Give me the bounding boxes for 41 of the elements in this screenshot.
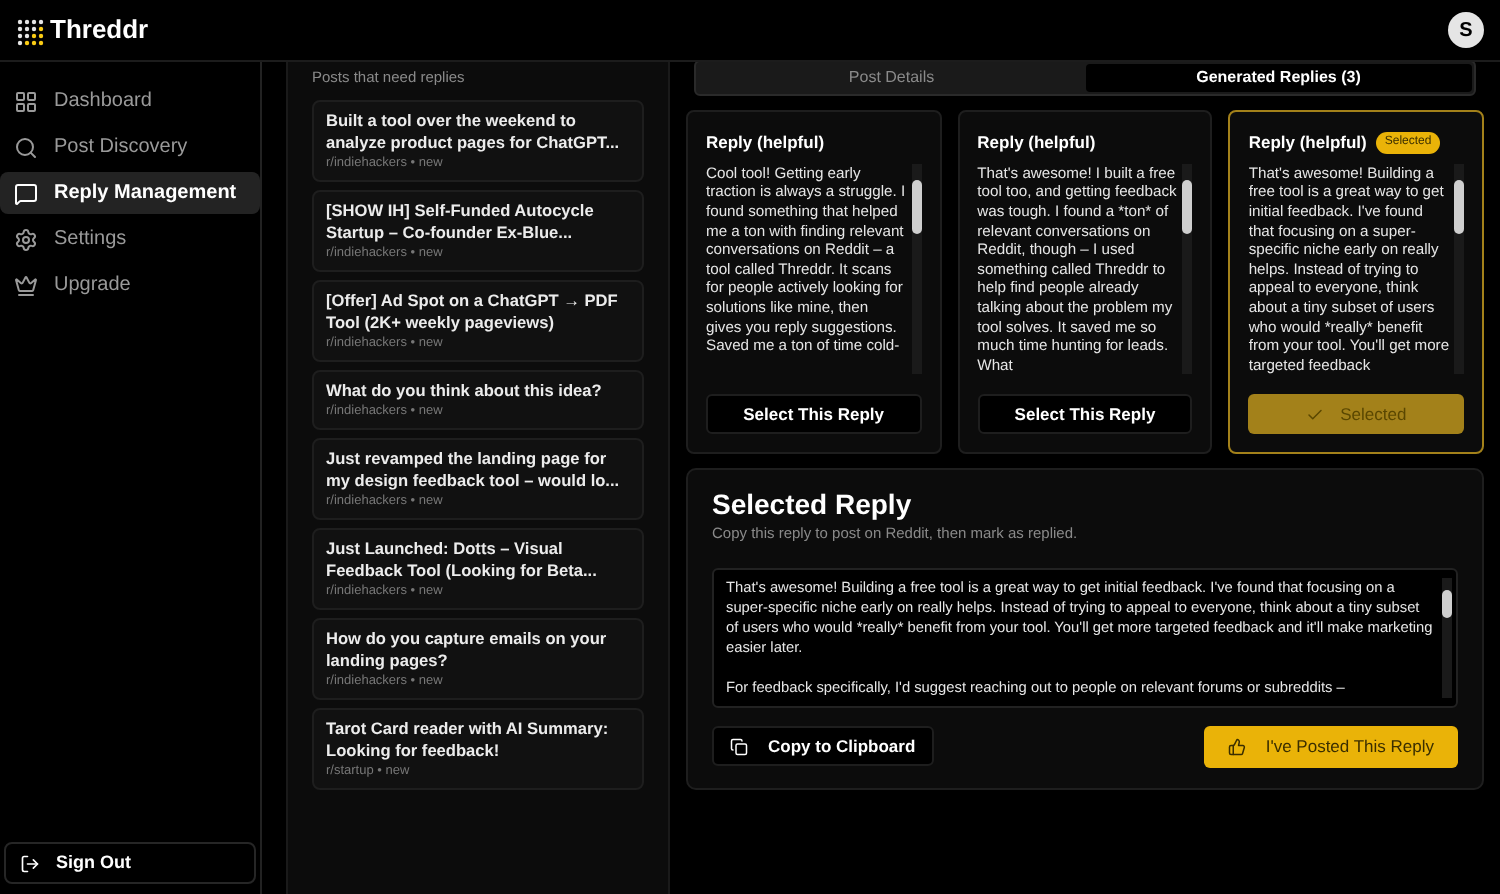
sidebar-item[interactable]: Dashboard xyxy=(0,80,260,122)
post-title: Just Launched: Dotts – Visual Feedback Tool (Looking for Beta... xyxy=(326,538,599,583)
post-title: [SHOW IH] Self-Funded Autocycle Startup – Co-founder Ex-Blue... xyxy=(326,200,596,245)
avatar[interactable]: S xyxy=(1448,12,1484,48)
check-icon xyxy=(1306,405,1325,424)
select-reply-button[interactable]: Select This Reply xyxy=(977,394,1193,435)
scrollbar[interactable] xyxy=(911,163,922,375)
posted-button[interactable]: I've Posted This Reply xyxy=(1203,725,1458,768)
settings-icon xyxy=(14,227,38,251)
post-title: Tarot Card reader with AI Summary: Looking for feedback! xyxy=(326,718,611,763)
select-reply-button[interactable]: Select This Reply xyxy=(706,394,922,435)
tab[interactable]: Generated Replies (3) xyxy=(1085,64,1472,92)
reply-card[interactable] xyxy=(957,110,1213,455)
reply-title: Reply (helpful) xyxy=(706,130,825,156)
dashboard-icon xyxy=(14,89,38,113)
crown-icon xyxy=(14,273,38,297)
logo-text: Threddr xyxy=(50,12,149,49)
tab[interactable]: Post Details xyxy=(698,64,1085,92)
post-title: Just revamped the landing page for my design feedback tool – would lo... xyxy=(326,448,622,493)
reply-card[interactable] xyxy=(1228,110,1484,455)
sign-out-button[interactable]: Sign Out xyxy=(4,842,256,884)
panel-title: Selected Reply xyxy=(712,486,914,523)
post-title: How do you capture emails on your landing pages? xyxy=(326,628,609,673)
copy-button[interactable]: Copy to Clipboard xyxy=(712,726,934,767)
post-title: What do you think about this idea? xyxy=(326,380,604,403)
scrollbar[interactable] xyxy=(1453,163,1464,375)
sign-out-icon xyxy=(20,853,40,873)
speech-bubble-icon xyxy=(14,181,38,205)
reply-title: Reply (helpful) xyxy=(977,130,1096,156)
search-icon xyxy=(14,135,38,159)
sidebar-item[interactable]: Upgrade xyxy=(0,264,260,306)
sidebar-item[interactable]: Post Discovery xyxy=(0,126,260,168)
post-title: Built a tool over the weekend to analyze product pages for ChatGPT... xyxy=(326,110,622,155)
reply-card[interactable] xyxy=(686,110,942,455)
copy-icon xyxy=(730,737,748,756)
sidebar-item[interactable]: Settings xyxy=(0,218,260,260)
thumbs-up-icon xyxy=(1227,737,1246,756)
scrollbar[interactable] xyxy=(1182,163,1193,375)
sidebar-item[interactable]: Reply Management xyxy=(0,172,260,214)
reply-title: Reply (helpful) xyxy=(1248,130,1367,156)
post-title: [Offer] Ad Spot on a ChatGPT → PDF Tool (2K+ weekly pageviews) xyxy=(326,290,620,335)
